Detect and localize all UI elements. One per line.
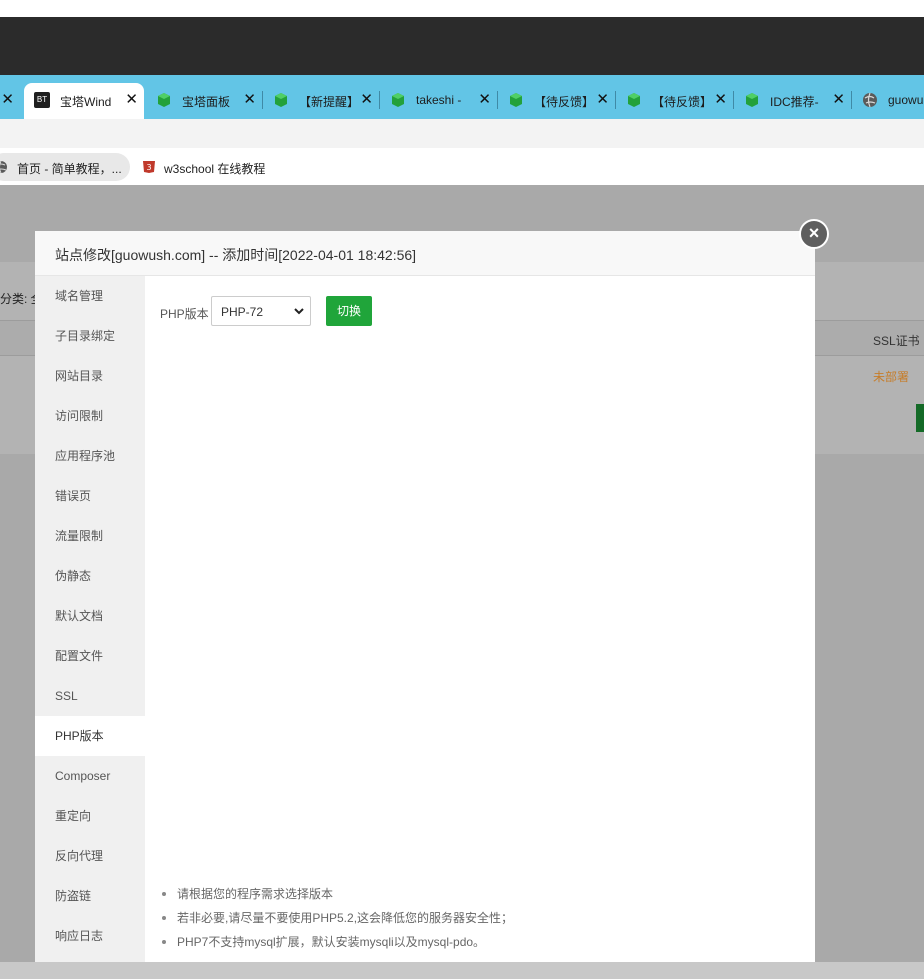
bullet-icon [162,892,166,896]
close-icon[interactable]: × [799,219,829,249]
menu-composer[interactable]: Composer [35,756,145,796]
tab-takeshi[interactable]: takeshi - ✕ [380,83,497,117]
dialog-header: 站点修改[guowush.com] -- 添加时间[2022-04-01 18:… [35,231,815,276]
menu-domain-management[interactable]: 域名管理 [35,276,145,316]
green-cube-icon [746,93,758,107]
tab-pending-feedback-2[interactable]: 【待反馈】 ✕ [616,83,733,117]
menu-response-log[interactable]: 响应日志 [35,916,145,956]
tab-baota-windows[interactable]: BT 宝塔Wind ✕ [24,83,144,119]
close-icon[interactable]: ✕ [125,90,138,108]
bottom-scroll-area [0,962,924,979]
browser-toolbar [0,119,924,148]
menu-redirect[interactable]: 重定向 [35,796,145,836]
close-icon[interactable]: ✕ [1,90,14,108]
tab-label: guowu [888,93,924,107]
menu-config-file[interactable]: 配置文件 [35,636,145,676]
ssl-header: SSL证书 [873,334,920,348]
menu-traffic-limit[interactable]: 流量限制 [35,516,145,556]
menu-error-pages[interactable]: 错误页 [35,476,145,516]
green-cube-icon [628,93,640,107]
tab-label: takeshi - [416,93,462,107]
list-item: 请根据您的程序需求选择版本 [160,882,800,906]
bookmark-w3school[interactable]: 3 w3school 在线教程 [140,153,290,181]
close-icon[interactable]: ✕ [596,90,609,108]
close-icon[interactable]: ✕ [243,90,256,108]
tab-label: 【新提醒】 [299,95,359,109]
ssl-status: 未部署 [873,370,910,384]
menu-subdirectory-binding[interactable]: 子目录绑定 [35,316,145,356]
bookmark-label: w3school 在线教程 [164,162,266,176]
menu-reverse-proxy[interactable]: 反向代理 [35,836,145,876]
browser-title-bar [0,17,924,75]
menu-rewrite[interactable]: 伪静态 [35,556,145,596]
bookmark-label: 首页 - 简单教程，... [17,162,122,176]
php-version-label: PHP版本 [160,307,209,321]
switch-button[interactable]: 切换 [326,296,372,326]
menu-php-version[interactable]: PHP版本 [35,716,145,756]
tips-list: 请根据您的程序需求选择版本 若非必要,请尽量不要使用PHP5.2,这会降低您的服… [160,882,800,954]
tip-text: PHP7不支持mysql扩展，默认安装mysqli以及mysql-pdo。 [177,935,486,949]
globe-icon [0,160,7,174]
dialog-sidebar: 域名管理 子目录绑定 网站目录 访问限制 应用程序池 错误页 流量限制 伪静态 … [35,276,145,979]
php-version-select[interactable]: PHP-72 [211,296,311,326]
tab-new-reminder[interactable]: 【新提醒】 ✕ [263,83,379,117]
list-item: 若非必要,请尽量不要使用PHP5.2,这会降低您的服务器安全性； [160,906,800,930]
green-cube-icon [510,93,522,107]
close-icon[interactable]: ✕ [478,90,491,108]
tab-label: IDC推荐- [770,95,819,109]
bullet-icon [162,916,166,920]
tab-partial[interactable]: ✕ [0,83,22,117]
green-cube-icon [158,93,170,107]
menu-ssl[interactable]: SSL [35,676,145,716]
tab-label: 宝塔Wind [60,95,112,109]
svg-text:3: 3 [146,163,151,172]
background-green-button [916,404,924,432]
tip-text: 请根据您的程序需求选择版本 [177,887,334,901]
menu-site-directory[interactable]: 网站目录 [35,356,145,396]
green-cube-icon [392,93,404,107]
tab-pending-feedback-1[interactable]: 【待反馈】 ✕ [498,83,615,117]
bookmark-simple-tutorial[interactable]: 首页 - 简单教程，... [0,153,130,181]
site-edit-dialog: 站点修改[guowush.com] -- 添加时间[2022-04-01 18:… [35,231,815,979]
close-icon[interactable]: ✕ [714,90,727,108]
tab-label: 宝塔面板 [182,95,231,109]
tab-guowush[interactable]: guowu [852,83,924,117]
menu-hotlink-protection[interactable]: 防盗链 [35,876,145,916]
chevron-down-icon [294,308,304,315]
bt-favicon-icon: BT [34,92,50,108]
tip-text: 若非必要,请尽量不要使用PHP5.2,这会降低您的服务器安全性； [177,911,514,925]
w3school-logo-icon: 3 [143,161,155,173]
php-version-panel: PHP版本 PHP-72 切换 请根据您的程序需求选择版本 若非必要,请尽量不要… [145,276,815,979]
green-cube-icon [275,93,287,107]
php-version-value: PHP-72 [221,305,264,319]
tab-label: 【待反馈】 [534,95,594,109]
menu-access-restriction[interactable]: 访问限制 [35,396,145,436]
close-icon[interactable]: ✕ [832,90,845,108]
globe-icon [863,92,877,108]
close-icon[interactable]: ✕ [360,90,373,108]
dialog-title: 站点修改[guowush.com] -- 添加时间[2022-04-01 18:… [55,247,417,263]
tab-label: 【待反馈】 [652,95,712,109]
list-item: PHP7不支持mysql扩展，默认安装mysqli以及mysql-pdo。 [160,930,800,954]
bookmarks-bar [0,148,924,185]
window-top-edge [0,0,924,17]
menu-default-document[interactable]: 默认文档 [35,596,145,636]
menu-application-pool[interactable]: 应用程序池 [35,436,145,476]
tab-baota-panel[interactable]: 宝塔面板 ✕ [146,83,262,117]
tab-idc-recommend[interactable]: IDC推荐- ✕ [734,83,851,117]
bullet-icon [162,940,166,944]
